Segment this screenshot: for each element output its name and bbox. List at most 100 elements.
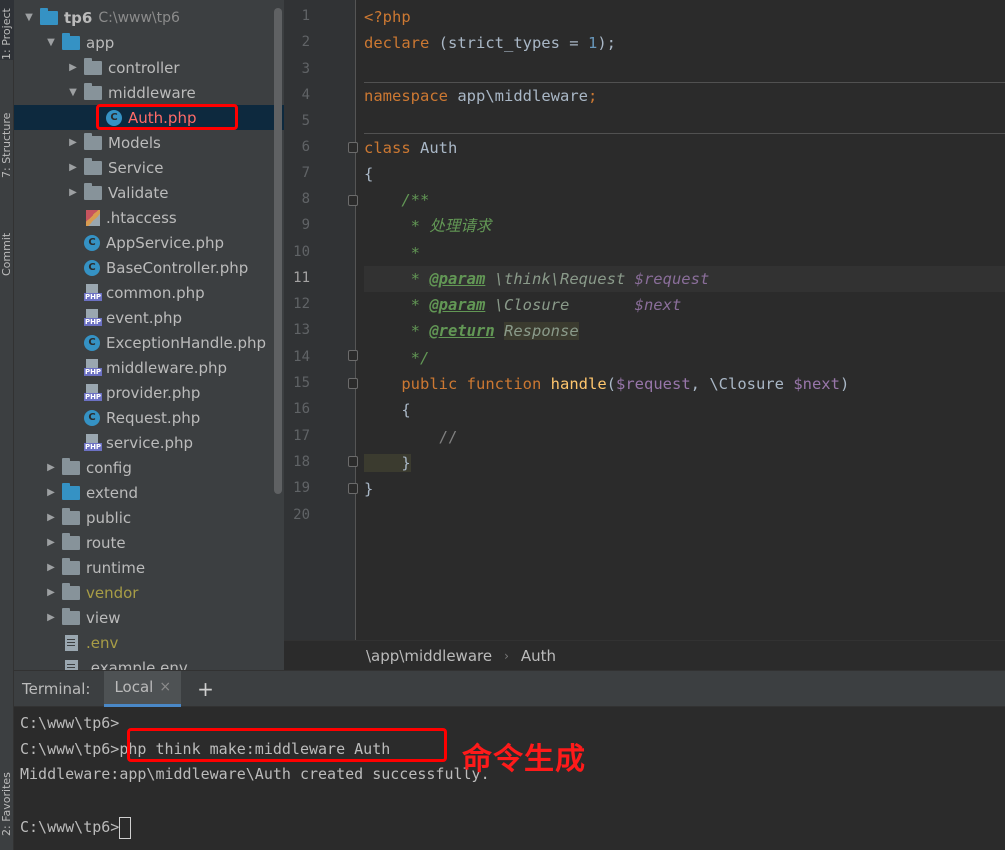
chevron-right-icon[interactable]: ▶ — [44, 612, 58, 623]
line-number: 18 — [293, 454, 310, 470]
folder-icon — [62, 557, 80, 575]
line-number: 2 — [301, 34, 310, 50]
breadcrumb-namespace[interactable]: \app\middleware — [366, 647, 492, 665]
tree-item-tp6[interactable]: ▼ tp6 C:\www\tp6 — [14, 5, 284, 30]
chevron-right-icon[interactable]: ▶ — [66, 187, 80, 198]
line-number: 13 — [293, 322, 310, 338]
chevron-down-icon[interactable]: ▼ — [22, 12, 36, 23]
folder-icon — [62, 532, 80, 550]
tree-item-label: common.php — [106, 283, 205, 302]
tree-item-service[interactable]: ▶ Service — [14, 155, 284, 180]
fold-marker-icon[interactable] — [348, 350, 358, 361]
tree-item-middleware[interactable]: ▼ middleware — [14, 80, 284, 105]
tree-item-label: config — [86, 458, 132, 477]
php-class-icon: C — [84, 334, 100, 351]
tree-item-env[interactable]: .env — [14, 630, 284, 655]
php-class-icon: C — [84, 259, 100, 276]
close-icon[interactable]: × — [159, 679, 171, 695]
terminal-line: C:\www\tp6> — [20, 714, 120, 732]
annotation-label: 命令生成 — [462, 742, 586, 777]
code-editor[interactable]: 1 2 3 4 5 6 7 8 9 10 11 12 13 14 15 16 17 18 19 20 <?php de… — [284, 0, 1005, 640]
breadcrumb-class[interactable]: Auth — [521, 647, 556, 665]
chevron-right-icon[interactable]: ▶ — [44, 537, 58, 548]
tree-item-label: Request.php — [106, 408, 201, 427]
tree-item-extend[interactable]: ▶ extend — [14, 480, 284, 505]
line-number: 4 — [301, 87, 310, 103]
tree-item-controller[interactable]: ▶ controller — [14, 55, 284, 80]
commit-tool-tab[interactable]: Commit — [0, 206, 14, 276]
structure-tool-tab[interactable]: 7: Structure — [0, 78, 14, 178]
tree-item-config[interactable]: ▶ config — [14, 455, 284, 480]
fold-marker-icon[interactable] — [348, 195, 358, 206]
folder-icon — [62, 582, 80, 600]
line-number: 17 — [293, 428, 310, 444]
chevron-right-icon[interactable]: ▶ — [44, 487, 58, 498]
line-number: 1 — [301, 8, 310, 24]
line-number: 15 — [293, 375, 310, 391]
line-number: 16 — [293, 401, 310, 417]
line-number: 11 — [293, 270, 310, 286]
folder-icon — [84, 132, 102, 150]
tree-item-view[interactable]: ▶ view — [14, 605, 284, 630]
fold-marker-icon[interactable] — [348, 456, 358, 467]
chevron-right-icon[interactable]: ▶ — [66, 162, 80, 173]
tree-item-basecontroller-php[interactable]: C BaseController.php — [14, 255, 284, 280]
breadcrumb-separator: › — [504, 648, 509, 663]
tree-item-label: extend — [86, 483, 138, 502]
fold-marker-icon[interactable] — [348, 142, 358, 153]
tree-item-vendor[interactable]: ▶ vendor — [14, 580, 284, 605]
chevron-right-icon[interactable]: ▶ — [44, 587, 58, 598]
tree-item-label: vendor — [86, 583, 139, 602]
line-number: 20 — [293, 507, 310, 523]
terminal-title: Terminal: — [22, 679, 91, 698]
tree-item-label: event.php — [106, 308, 183, 327]
tree-item-models[interactable]: ▶ Models — [14, 130, 284, 155]
tree-item-public[interactable]: ▶ public — [14, 505, 284, 530]
tree-item-middleware-php[interactable]: PHP middleware.php — [14, 355, 284, 380]
tree-item-htaccess[interactable]: .htaccess — [14, 205, 284, 230]
chevron-right-icon[interactable]: ▶ — [66, 62, 80, 73]
tree-item-label: provider.php — [106, 383, 201, 402]
chevron-right-icon[interactable]: ▶ — [44, 462, 58, 473]
tree-item-appservice-php[interactable]: C AppService.php — [14, 230, 284, 255]
tree-item-route[interactable]: ▶ route — [14, 530, 284, 555]
tree-item-event-php[interactable]: PHP event.php — [14, 305, 284, 330]
terminal-line: Middleware:app\middleware\Auth created s… — [20, 765, 490, 783]
tree-item-label: runtime — [86, 558, 146, 577]
tree-item-example-env[interactable]: .example.env — [14, 655, 284, 670]
tree-item-exceptionhandle-php[interactable]: C ExceptionHandle.php — [14, 330, 284, 355]
folder-icon — [62, 607, 80, 625]
chevron-right-icon[interactable]: ▶ — [44, 562, 58, 573]
tree-item-label: public — [86, 508, 132, 527]
folder-icon — [84, 157, 102, 175]
add-terminal-icon[interactable]: + — [197, 677, 214, 701]
tree-item-label: tp6 — [64, 8, 93, 27]
chevron-right-icon[interactable]: ▶ — [66, 137, 80, 148]
code-line: <?php — [364, 8, 411, 26]
project-scrollbar[interactable] — [274, 8, 282, 494]
chevron-down-icon[interactable]: ▼ — [66, 87, 80, 98]
fold-marker-icon[interactable] — [348, 378, 358, 389]
favorites-tool-tab[interactable]: 2: Favorites — [0, 738, 14, 836]
line-number: 9 — [301, 217, 310, 233]
text-file-icon — [65, 659, 78, 670]
terminal-header: Terminal: Local × + — [14, 670, 1005, 707]
project-tool-tab[interactable]: 1: Project — [0, 0, 14, 60]
tree-item-request-php[interactable]: C Request.php — [14, 405, 284, 430]
tree-item-service-php[interactable]: PHP service.php — [14, 430, 284, 455]
tree-item-provider-php[interactable]: PHP provider.php — [14, 380, 284, 405]
php-file-icon: PHP — [84, 383, 102, 402]
terminal-tab-local[interactable]: Local × — [104, 670, 182, 707]
breadcrumb: \app\middleware › Auth — [284, 640, 1005, 670]
terminal-prompt-line[interactable]: C:\www\tp6> — [20, 814, 132, 840]
tree-item-common-php[interactable]: PHP common.php — [14, 280, 284, 305]
tree-item-app[interactable]: ▼ app — [14, 30, 284, 55]
tree-item-runtime[interactable]: ▶ runtime — [14, 555, 284, 580]
tree-item-validate[interactable]: ▶ Validate — [14, 180, 284, 205]
fold-marker-icon[interactable] — [348, 483, 358, 494]
tree-item-label: .example.env — [86, 658, 188, 671]
chevron-down-icon[interactable]: ▼ — [44, 37, 58, 48]
php-class-icon: C — [84, 409, 100, 426]
folder-icon — [40, 7, 58, 25]
chevron-right-icon[interactable]: ▶ — [44, 512, 58, 523]
